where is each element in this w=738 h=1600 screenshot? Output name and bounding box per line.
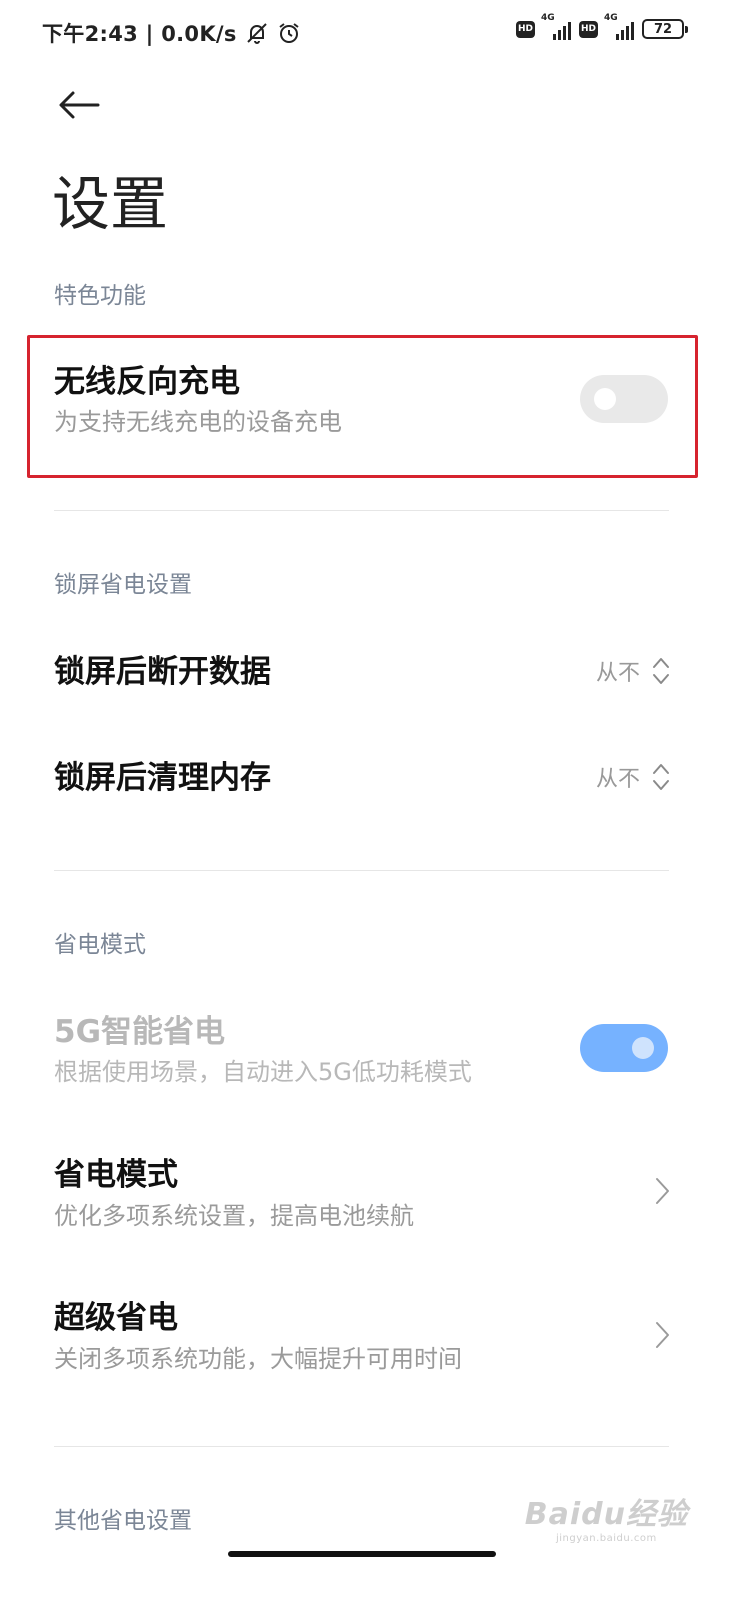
mute-bell-icon [246, 23, 267, 44]
battery-icon: 72 [642, 19, 688, 39]
toggle-knob [632, 1037, 654, 1059]
smart-5g-saving-title[interactable]: 5G智能省电 [54, 1012, 225, 1052]
alarm-clock-icon [279, 23, 299, 43]
clean-memory-picker[interactable]: 从不 [596, 761, 670, 793]
divider [54, 510, 669, 511]
disconnect-data-value: 从不 [595, 661, 640, 686]
home-indicator[interactable] [228, 1551, 496, 1557]
signal-icon: 4G [604, 13, 634, 40]
signal-icon: 4G [541, 13, 571, 40]
clean-memory-value: 从不 [595, 767, 640, 792]
smart-5g-saving-subtitle: 根据使用场景，自动进入5G低功耗模式 [54, 1058, 472, 1086]
status-right: HD 4G HD 4G 72 [516, 13, 688, 40]
baidu-watermark: Baidu经验 jingyan.baidu.com [525, 1498, 688, 1546]
chevron-right-icon[interactable] [654, 1176, 670, 1206]
back-button[interactable] [52, 80, 106, 130]
back-arrow-icon [59, 91, 100, 119]
section-header-lock-screen: 锁屏省电设置 [54, 572, 192, 598]
section-header-power-mode: 省电模式 [54, 932, 146, 958]
disconnect-data-title[interactable]: 锁屏后断开数据 [54, 652, 271, 692]
ultra-power-saving-title[interactable]: 超级省电 [54, 1298, 178, 1338]
battery-level: 72 [653, 21, 673, 37]
page-title: 设置 [52, 170, 169, 238]
smart-5g-saving-toggle[interactable] [580, 1024, 668, 1072]
watermark-brand: Baidu经验 [524, 1497, 688, 1532]
hd-icon: HD [516, 20, 535, 38]
status-left: 下午2:43 | 0.0K/s [42, 18, 301, 48]
chevron-right-icon[interactable] [654, 1320, 670, 1350]
up-down-chevron-icon [653, 764, 669, 790]
wireless-reverse-charging-toggle[interactable] [580, 375, 668, 423]
clean-memory-title[interactable]: 锁屏后清理内存 [54, 758, 271, 798]
divider [54, 1446, 669, 1447]
wireless-reverse-charging-title[interactable]: 无线反向充电 [54, 362, 240, 402]
network-type-label: 4G [541, 13, 555, 23]
up-down-chevron-icon [653, 658, 669, 684]
divider [54, 870, 669, 871]
section-header-special: 特色功能 [54, 283, 146, 309]
status-time-speed: 下午2:43 | 0.0K/s [42, 22, 237, 46]
section-header-other: 其他省电设置 [54, 1508, 192, 1534]
status-bar: 下午2:43 | 0.0K/s HD 4G HD 4G 72 [0, 0, 738, 64]
disconnect-data-picker[interactable]: 从不 [596, 655, 670, 687]
network-type-label: 4G [604, 13, 618, 23]
hd-icon: HD [579, 20, 598, 38]
power-saving-mode-subtitle: 优化多项系统设置，提高电池续航 [54, 1202, 414, 1230]
toggle-knob [594, 388, 616, 410]
power-saving-mode-title[interactable]: 省电模式 [54, 1155, 178, 1195]
ultra-power-saving-subtitle: 关闭多项系统功能，大幅提升可用时间 [54, 1345, 462, 1373]
watermark-url: jingyan.baidu.com [555, 1533, 657, 1544]
wireless-reverse-charging-subtitle: 为支持无线充电的设备充电 [54, 408, 342, 436]
